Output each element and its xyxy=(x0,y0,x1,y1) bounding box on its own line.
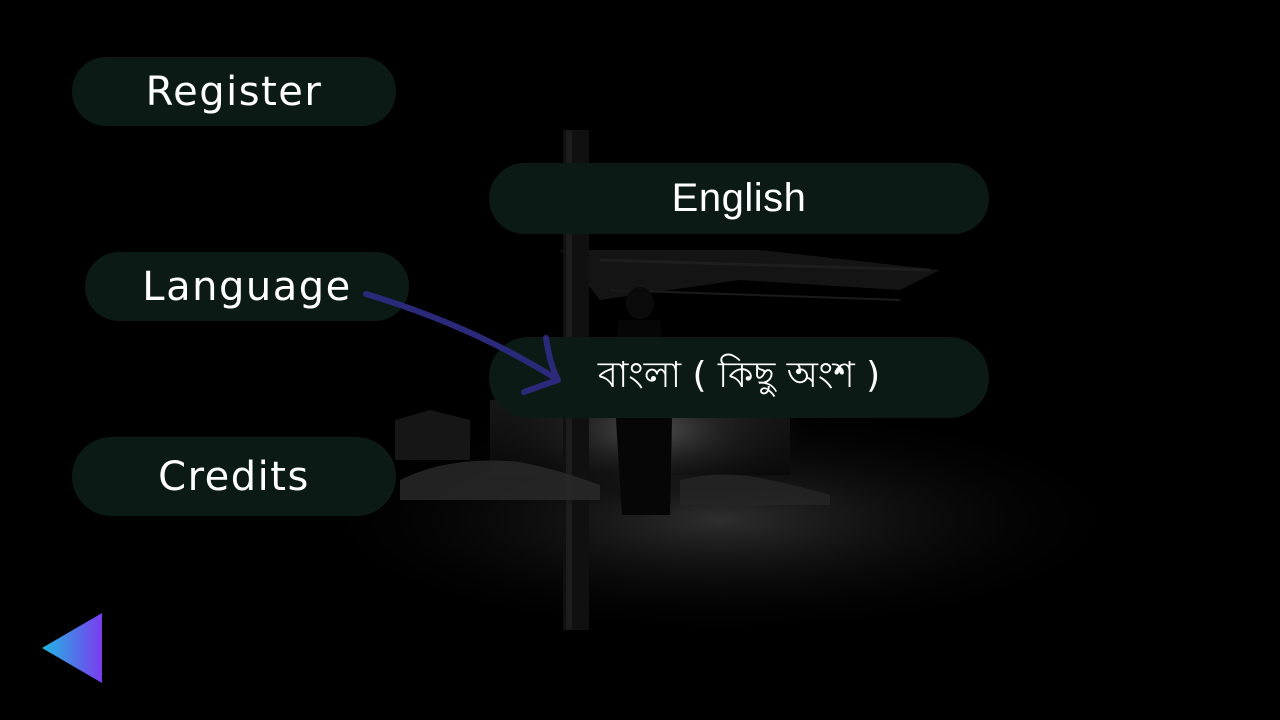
credits-button[interactable]: Credits xyxy=(72,437,396,516)
credits-label: Credits xyxy=(158,453,310,500)
language-label: Language xyxy=(142,263,352,310)
bangla-label: বাংলা ( কিছু অংশ ) xyxy=(597,354,881,396)
main-menu-screen: Register English Language বাংলা ( কিছু অ… xyxy=(0,0,1280,720)
english-label: English xyxy=(671,176,807,220)
language-button[interactable]: Language xyxy=(85,252,409,321)
english-language-button[interactable]: English xyxy=(489,163,989,234)
bangla-language-button[interactable]: বাংলা ( কিছু অংশ ) xyxy=(489,337,989,418)
register-label: Register xyxy=(145,68,323,115)
back-triangle-icon[interactable] xyxy=(42,613,102,683)
register-button[interactable]: Register xyxy=(72,57,396,126)
